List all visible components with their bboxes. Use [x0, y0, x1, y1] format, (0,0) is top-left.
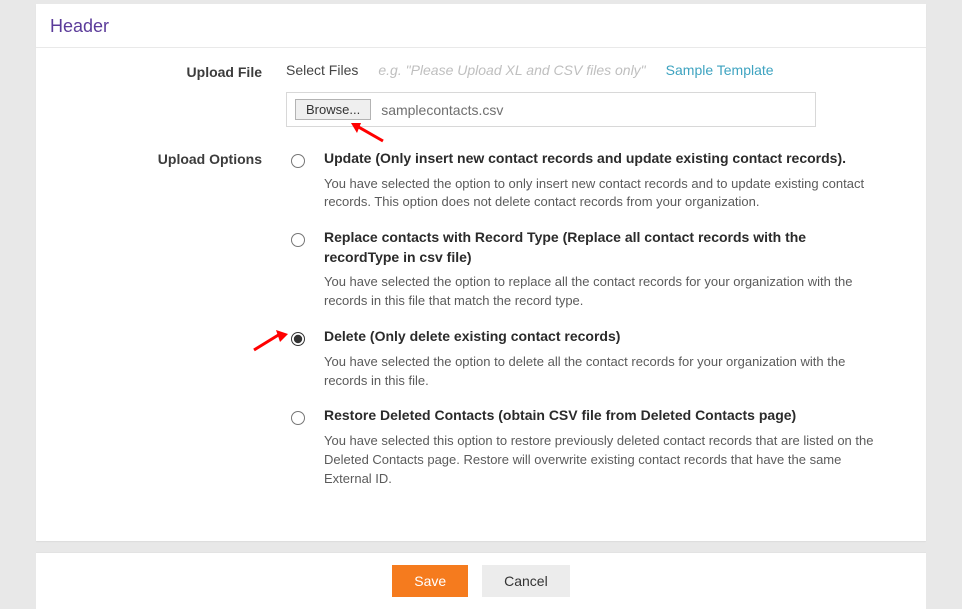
upload-file-row: Upload File Select Files e.g. "Please Up… [76, 62, 886, 127]
option-desc-restore: You have selected this option to restore… [324, 432, 874, 489]
upload-options-row: Upload Options Update (Only insert new c… [76, 149, 886, 505]
browse-button[interactable]: Browse... [295, 99, 371, 120]
option-radio-delete[interactable] [291, 332, 305, 346]
option-radio-replace[interactable] [291, 233, 305, 247]
option-desc-delete: You have selected the option to delete a… [324, 353, 874, 391]
option-radio-update[interactable] [291, 154, 305, 168]
upload-options-label: Upload Options [76, 149, 286, 167]
cancel-button[interactable]: Cancel [482, 565, 570, 597]
arrow-annotation-icon [347, 121, 387, 145]
upload-file-label: Upload File [76, 62, 286, 80]
option-title-update: Update (Only insert new contact records … [324, 149, 874, 169]
upload-card: Header Upload File Select Files e.g. "Pl… [36, 4, 926, 541]
select-files-text: Select Files [286, 62, 358, 78]
footer-bar: Save Cancel [36, 553, 926, 609]
header-row: Header [36, 4, 926, 48]
option-radio-restore[interactable] [291, 411, 305, 425]
save-button[interactable]: Save [392, 565, 468, 597]
sample-template-link[interactable]: Sample Template [666, 62, 774, 78]
option-title-delete: Delete (Only delete existing contact rec… [324, 327, 874, 347]
option-desc-replace: You have selected the option to replace … [324, 273, 874, 311]
option-desc-update: You have selected the option to only ins… [324, 175, 874, 213]
file-hint: e.g. "Please Upload XL and CSV files onl… [378, 62, 645, 78]
option-title-replace: Replace contacts with Record Type (Repla… [324, 228, 874, 267]
page-title: Header [50, 16, 109, 36]
option-row-update: Update (Only insert new contact records … [286, 149, 886, 212]
option-row-restore: Restore Deleted Contacts (obtain CSV fil… [286, 406, 886, 488]
file-input-box: Browse... samplecontacts.csv [286, 92, 816, 127]
option-row-replace: Replace contacts with Record Type (Repla… [286, 228, 886, 311]
selected-filename: samplecontacts.csv [381, 102, 503, 118]
arrow-annotation-icon [250, 330, 290, 354]
option-row-delete: Delete (Only delete existing contact rec… [286, 327, 886, 390]
option-title-restore: Restore Deleted Contacts (obtain CSV fil… [324, 406, 874, 426]
